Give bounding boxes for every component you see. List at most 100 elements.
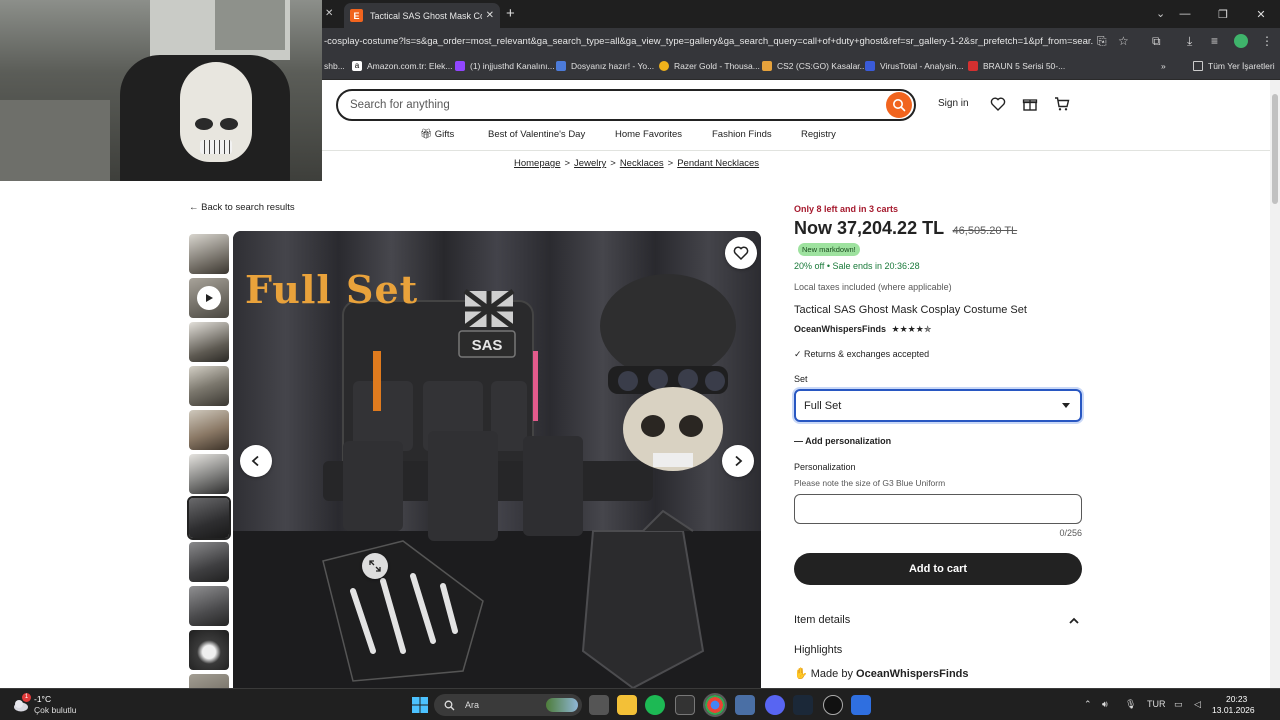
rating-stars-icon[interactable]: ★★★★✯ (892, 324, 932, 334)
tab-search-icon[interactable]: ⌄ (1156, 7, 1165, 20)
gift-icon[interactable] (1022, 96, 1038, 112)
bookmark-label: Razer Gold - Thousa... (674, 61, 760, 71)
weather-alert-badge: 1 (22, 693, 31, 702)
header-divider (322, 150, 1270, 151)
set-select[interactable]: Full Set (794, 389, 1082, 422)
thumbnail-11[interactable] (189, 674, 229, 688)
discord-icon[interactable] (765, 695, 785, 715)
chevron-up-icon[interactable] (1068, 615, 1080, 627)
made-by-row: ✋ Made by OceanWhispersFinds (794, 667, 969, 680)
chrome-icon[interactable] (703, 693, 727, 717)
minimize-icon[interactable]: — (1166, 0, 1204, 28)
bookmark-item-7[interactable]: BRAUN 5 Serisi 50-... (968, 61, 1065, 71)
thumbnail-5[interactable] (189, 410, 229, 450)
back-to-search-link[interactable]: ← Back to search results (189, 202, 295, 213)
start-button[interactable] (410, 695, 430, 715)
favorite-item-button[interactable] (725, 237, 757, 269)
play-icon (197, 286, 221, 310)
thumbnail-video[interactable] (189, 278, 229, 318)
thumbnail-7-selected[interactable] (187, 496, 231, 540)
download-icon[interactable]: ⤓ (1187, 34, 1192, 49)
previous-image-button[interactable] (240, 445, 272, 477)
personalization-textarea[interactable] (794, 494, 1082, 524)
taskbar-search[interactable]: Ara (434, 694, 582, 716)
spotify-icon[interactable] (645, 695, 665, 715)
tab-close-icon[interactable]: ✕ (486, 10, 494, 21)
previous-tab-close-icon[interactable]: ✕ (325, 8, 333, 19)
add-personalization-toggle[interactable]: — Add personalization (794, 436, 891, 446)
chrome-menu-icon[interactable]: ⋮ (1261, 34, 1273, 48)
bookmark-item-0[interactable]: shb... (324, 61, 345, 71)
close-window-icon[interactable]: ✕ (1242, 0, 1280, 28)
bookmark-label: (1) injjusthd Kanalını... (470, 61, 555, 71)
bookmark-item-4[interactable]: Razer Gold - Thousa... (659, 61, 760, 71)
nav-home-favorites[interactable]: Home Favorites (615, 129, 682, 140)
extensions-icon[interactable]: ⧉ (1152, 34, 1161, 49)
bookmark-star-icon[interactable]: ☆ (1118, 34, 1129, 48)
made-by-shop-link[interactable]: OceanWhispersFinds (856, 668, 968, 680)
url-field[interactable]: -cosplay-costume?ls=s&ga_order=most_rele… (324, 36, 1094, 47)
translate-icon[interactable]: ⎘ (1097, 34, 1107, 49)
nav-valentines[interactable]: Best of Valentine's Day (488, 129, 585, 140)
breadcrumb-homepage[interactable]: Homepage (514, 158, 560, 169)
speaker-icon[interactable]: 🔊︎ (1102, 699, 1108, 710)
thumbnail-10[interactable] (189, 630, 229, 670)
breadcrumb-necklaces[interactable]: Necklaces (620, 158, 664, 169)
zoom-image-button[interactable] (362, 553, 388, 579)
all-bookmarks-folder[interactable]: Tüm Yer İşaretleri (1193, 61, 1275, 71)
page-scrollbar[interactable] (1270, 80, 1280, 688)
app-blue-icon[interactable] (851, 695, 871, 715)
search-input[interactable] (350, 96, 870, 114)
shop-name-link[interactable]: OceanWhispersFinds (794, 324, 886, 334)
maximize-icon[interactable]: ❐ (1204, 0, 1242, 28)
thumbnail-3[interactable] (189, 322, 229, 362)
volume-icon[interactable]: ◁ (1194, 699, 1201, 710)
thumbnail-strip (187, 234, 231, 688)
search-button[interactable] (886, 92, 912, 118)
arrow-left-icon: ← (189, 202, 202, 213)
character-counter: 0/256 (1059, 528, 1082, 538)
bookmarks-overflow-icon[interactable]: » (1161, 61, 1166, 71)
all-bookmarks-label: Tüm Yer İşaretleri (1208, 61, 1275, 71)
thumbnail-8[interactable] (189, 542, 229, 582)
app-icon[interactable] (675, 695, 695, 715)
breadcrumb-pendant-necklaces[interactable]: Pendant Necklaces (677, 158, 759, 169)
returns-label: Returns & exchanges accepted (804, 349, 930, 359)
next-image-button[interactable] (722, 445, 754, 477)
nav-registry[interactable]: Registry (801, 129, 836, 140)
sign-in-link[interactable]: Sign in (938, 98, 969, 109)
nav-gifts[interactable]: 🎁︎ Gifts (420, 129, 454, 140)
thumbnail-6[interactable] (189, 454, 229, 494)
new-tab-icon[interactable]: + (506, 5, 515, 22)
thumbnail-9[interactable] (189, 586, 229, 626)
bookmark-item-5[interactable]: CS2 (CS:GO) Kasalar... (762, 61, 867, 71)
nav-fashion-finds[interactable]: Fashion Finds (712, 129, 772, 140)
breadcrumb-jewelry[interactable]: Jewelry (574, 158, 606, 169)
clock-date[interactable]: 13.01.2026 (1212, 705, 1255, 715)
microphone-icon[interactable]: 🎙︎ (1125, 699, 1136, 710)
task-view-icon[interactable] (589, 695, 609, 715)
network-tool-icon[interactable] (735, 695, 755, 715)
obs-icon[interactable] (823, 695, 843, 715)
bookmark-item-2[interactable]: (1) injjusthd Kanalını... (455, 61, 555, 71)
item-details-toggle[interactable]: Item details (794, 614, 850, 626)
scrollbar-thumb[interactable] (1272, 94, 1278, 204)
clock-time[interactable]: 20:23 (1226, 694, 1247, 704)
add-to-cart-button[interactable]: Add to cart (794, 553, 1082, 585)
bookmark-item-6[interactable]: VirusTotal - Analysin... (865, 61, 963, 71)
file-explorer-icon[interactable] (617, 695, 637, 715)
thumbnail-4[interactable] (189, 366, 229, 406)
favorites-heart-icon[interactable] (990, 96, 1006, 112)
bookmark-item-1[interactable]: a Amazon.com.tr: Elek... (352, 61, 453, 71)
input-language[interactable]: TUR (1147, 699, 1166, 709)
gift-small-icon: 🎁︎ (420, 129, 435, 140)
browser-tab-active[interactable]: E Tactical SAS Ghost Mask Cosplay ✕ (344, 3, 500, 28)
network-icon[interactable]: ▭ (1174, 699, 1183, 710)
thumbnail-1[interactable] (189, 234, 229, 274)
media-queue-icon[interactable]: ≡ (1211, 34, 1218, 48)
tray-overflow-icon[interactable]: ⌃ (1084, 699, 1092, 710)
cart-icon[interactable] (1054, 96, 1070, 112)
steam-icon[interactable] (793, 695, 813, 715)
bookmark-item-3[interactable]: Dosyanız hazır! - Yo... (556, 61, 654, 71)
profile-avatar[interactable] (1234, 34, 1248, 48)
